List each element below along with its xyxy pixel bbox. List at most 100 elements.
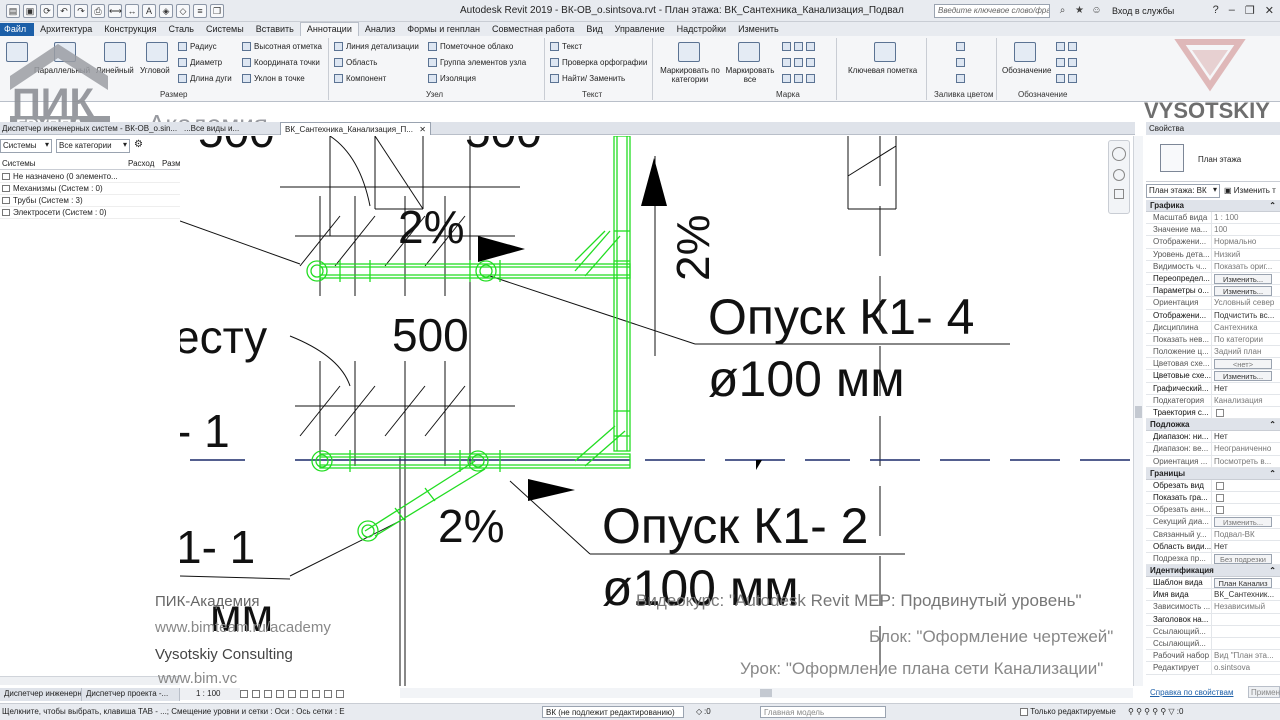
credit-consulting-url[interactable]: www.bim.vc	[158, 671, 237, 686]
property-row[interactable]: Секущий диа... Изменить...	[1146, 516, 1280, 529]
property-row[interactable]: Заголовок на...	[1146, 613, 1280, 626]
tag-all-button[interactable]: Маркировать все	[724, 66, 776, 84]
property-value[interactable]: Посмотреть в...	[1212, 456, 1280, 467]
zoom-dropdown-icon[interactable]	[1114, 189, 1124, 199]
tag-by-category-icon[interactable]	[678, 42, 700, 62]
duct-legend-button[interactable]	[956, 58, 965, 67]
navigation-bar[interactable]	[1108, 140, 1130, 214]
property-value[interactable]: Задний план	[1212, 346, 1280, 357]
property-value[interactable]: Без подрезки	[1212, 553, 1280, 564]
span-direction-button[interactable]	[1056, 42, 1077, 51]
symbol-icon[interactable]	[1014, 42, 1036, 62]
switch-windows-icon[interactable]: ❐	[210, 3, 224, 18]
property-edit-button[interactable]: Изменить...	[1214, 517, 1272, 528]
spell-check-button[interactable]: Проверка орфографии	[550, 58, 647, 67]
3d-view-icon[interactable]: ◈	[159, 3, 173, 18]
save-icon[interactable]: ▣	[23, 3, 37, 18]
keynote-icon[interactable]	[874, 42, 896, 62]
left-horizontal-scrollbar[interactable]	[0, 676, 180, 685]
property-row[interactable]: Редактирует o.sintsova	[1146, 662, 1280, 675]
type-selector[interactable]: План этажа	[1146, 136, 1280, 182]
property-value[interactable]: Изменить...	[1212, 273, 1280, 284]
tab-1[interactable]: Архитектура	[34, 23, 98, 36]
analytical-model-icon[interactable]	[336, 690, 344, 698]
close-icon[interactable]: ✕	[1265, 4, 1274, 17]
property-value[interactable]: По категории	[1212, 334, 1280, 345]
property-row[interactable]: Параметры о... Изменить...	[1146, 285, 1280, 298]
detail-line-button[interactable]: Линия детализации	[334, 42, 419, 51]
workset-dropdown[interactable]: ВК (не подлежит редактированию)	[542, 706, 684, 718]
property-row[interactable]: Уровень дета... Низкий	[1146, 248, 1280, 261]
apply-button[interactable]: Примен	[1248, 686, 1280, 698]
crop-view-icon[interactable]	[288, 690, 296, 698]
property-row[interactable]: Отображени... Нормально	[1146, 236, 1280, 249]
property-category[interactable]: Идентификация ⌃	[1146, 565, 1280, 578]
tag-icon[interactable]: A	[142, 3, 156, 18]
tree-item[interactable]: Механизмы (Систем : 0)	[0, 183, 180, 195]
property-row[interactable]: Положение ц... Задний план	[1146, 346, 1280, 359]
tab-6[interactable]: Аннотации	[299, 22, 359, 36]
property-value[interactable]	[1212, 626, 1280, 637]
property-edit-button[interactable]: <нет>	[1214, 359, 1272, 370]
property-row[interactable]: Шаблон вида План Канализ	[1146, 577, 1280, 590]
help-icon[interactable]: ?	[1213, 4, 1219, 17]
keynote-button[interactable]: Ключевая пометка	[848, 66, 917, 75]
property-row[interactable]: Графический... Нет	[1146, 382, 1280, 395]
property-category[interactable]: Графика ⌃	[1146, 200, 1280, 212]
pipe-legend-button[interactable]	[956, 74, 965, 83]
property-value[interactable]: 1 : 100	[1212, 212, 1280, 223]
property-value[interactable]: Нет	[1212, 383, 1280, 394]
workset-icon[interactable]: ◇	[696, 707, 702, 716]
property-value[interactable]: Изменить...	[1212, 370, 1280, 382]
tab-12[interactable]: Надстройки	[671, 23, 732, 36]
vertical-scrollbar[interactable]	[1133, 136, 1143, 686]
property-row[interactable]: Отображени... Подчистить вс...	[1146, 309, 1280, 322]
property-row[interactable]: Подкатегория Канализация	[1146, 394, 1280, 407]
beam-annotation-button[interactable]	[1056, 58, 1077, 67]
shadows-icon[interactable]	[276, 690, 284, 698]
find-replace-button[interactable]: Найти/ Заменить	[550, 74, 625, 83]
design-option-dropdown[interactable]: Главная модель	[760, 706, 886, 718]
tab-10[interactable]: Вид	[580, 23, 608, 36]
category-filter-dropdown[interactable]: Все категории	[56, 139, 130, 153]
property-value[interactable]: 100	[1212, 224, 1280, 235]
property-value[interactable]: Нет	[1212, 541, 1280, 552]
property-checkbox[interactable]	[1216, 409, 1224, 417]
column-size[interactable]: Разм	[162, 159, 181, 168]
tab-3[interactable]: Сталь	[163, 23, 200, 36]
dimension-icon[interactable]: ↔	[125, 3, 139, 18]
tab-9[interactable]: Совместная работа	[486, 23, 580, 36]
editable-only-checkbox[interactable]: Только редактируемые	[1020, 707, 1116, 716]
tab-11[interactable]: Управление	[609, 23, 671, 36]
property-row[interactable]: Ссылающий...	[1146, 638, 1280, 651]
property-value[interactable]: Условный север	[1212, 297, 1280, 308]
detail-group-button[interactable]: Группа элементов узла	[428, 58, 526, 67]
tag-tool-2[interactable]	[782, 58, 815, 67]
fabric-button[interactable]	[1056, 74, 1077, 83]
undo-icon[interactable]: ↶	[57, 3, 71, 18]
status-filter-icons[interactable]: ⚲ ⚲ ⚲ ⚲ ⚲ ▽ :0	[1128, 707, 1183, 716]
property-value[interactable]: Изменить...	[1212, 285, 1280, 297]
property-value[interactable]: Сантехника	[1212, 322, 1280, 333]
property-value[interactable]: ВК_Сантехник...	[1212, 589, 1280, 600]
column-flow[interactable]: Расход	[128, 159, 154, 168]
tree-item[interactable]: Трубы (Систем : 3)	[0, 195, 180, 207]
component-button[interactable]: Компонент	[334, 74, 386, 83]
tag-by-category-button[interactable]: Маркировать по категории	[658, 66, 722, 84]
binoculars-icon[interactable]: ⌕	[1056, 4, 1069, 17]
redo-icon[interactable]: ↷	[74, 3, 88, 18]
property-value[interactable]: Нормально	[1212, 236, 1280, 247]
property-row[interactable]: Масштаб вида 1 : 100	[1146, 212, 1280, 225]
tag-all-icon[interactable]	[738, 42, 760, 62]
property-value[interactable]: Нет	[1212, 431, 1280, 442]
property-row[interactable]: Рабочий набор Вид "План эта...	[1146, 650, 1280, 663]
property-value[interactable]: <нет>	[1212, 358, 1280, 370]
sign-in-link[interactable]: Вход в службы	[1112, 6, 1174, 16]
property-value[interactable]: Показать ориг...	[1212, 261, 1280, 272]
tab-13[interactable]: Изменить	[732, 23, 785, 36]
subscription-icon[interactable]: ★	[1073, 4, 1086, 17]
collapse-icon[interactable]: ⌃	[1269, 566, 1276, 575]
property-row[interactable]: Цветовая схе... <нет>	[1146, 358, 1280, 371]
property-edit-button[interactable]: Изменить...	[1214, 286, 1272, 297]
tab-2[interactable]: Конструкция	[98, 23, 162, 36]
